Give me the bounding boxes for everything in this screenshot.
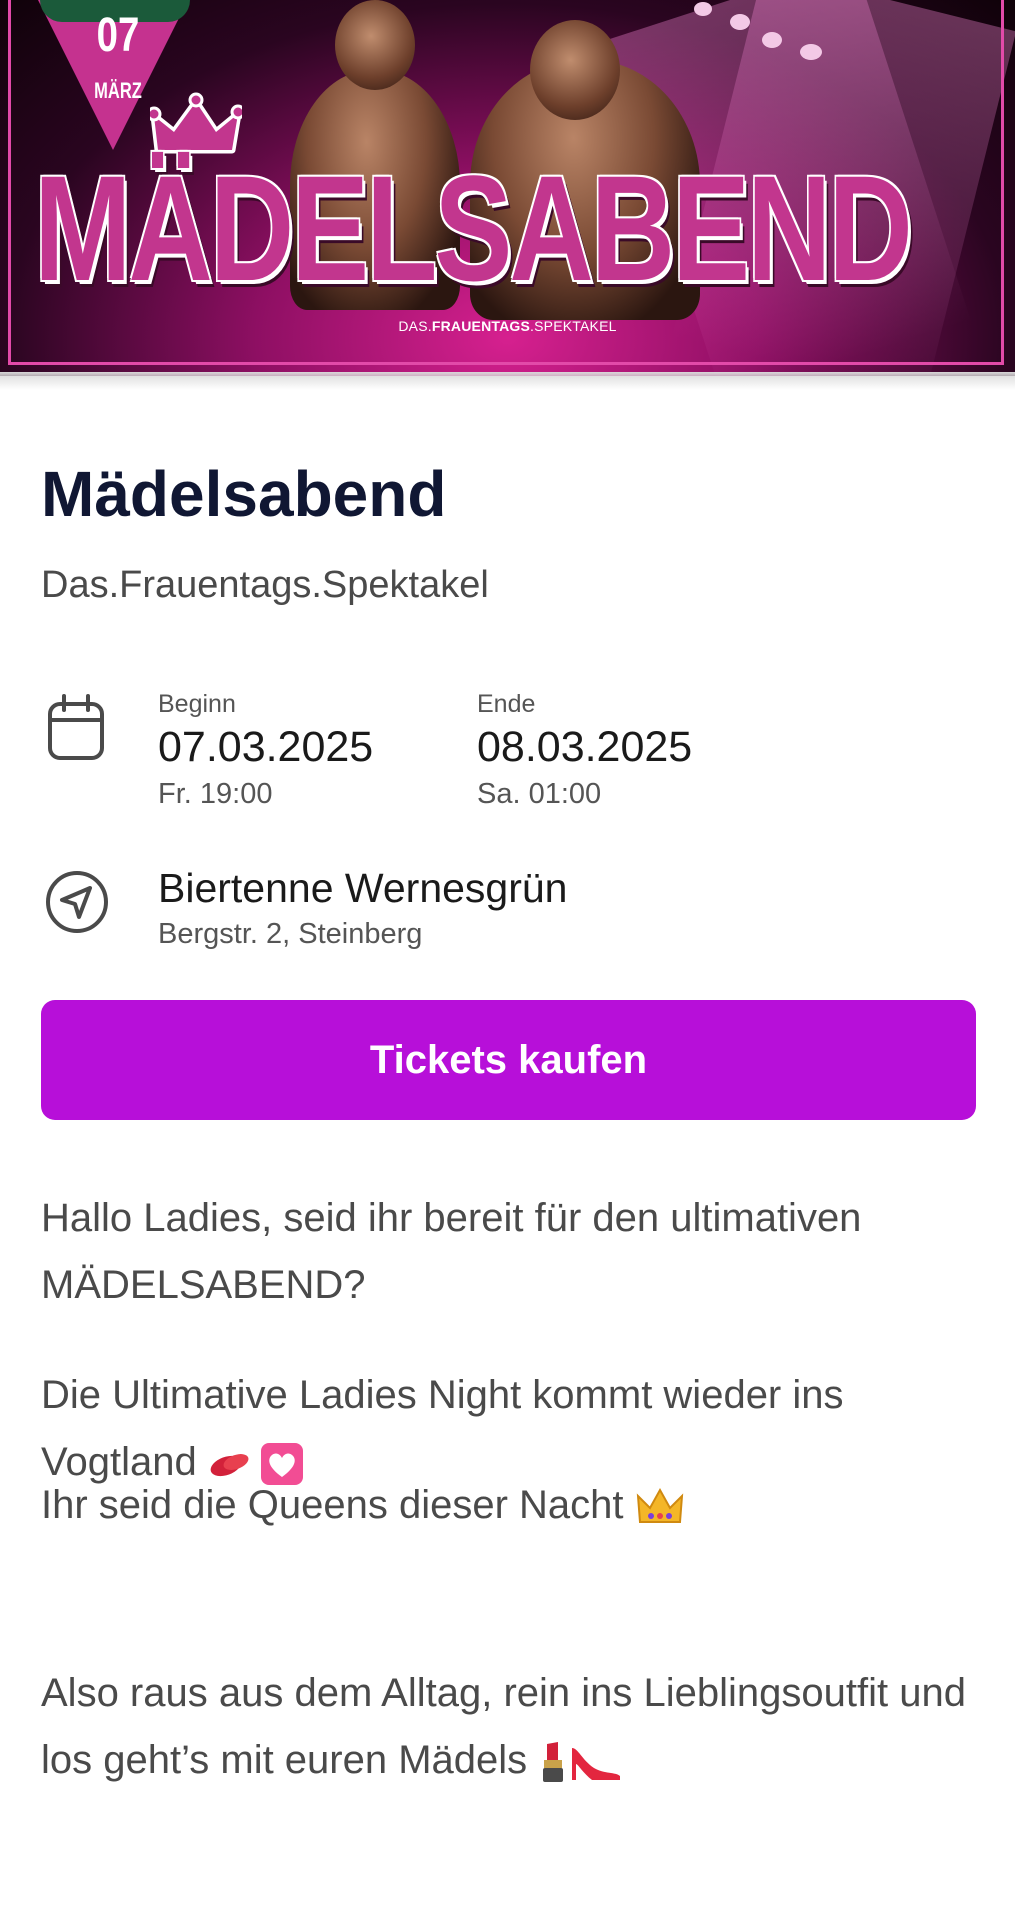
begin-time: Fr. 19:00 bbox=[158, 778, 273, 810]
description-text: Die Ultimative Ladies Night kommt wieder… bbox=[41, 1373, 844, 1484]
description-paragraph: Ihr seid die Queens dieser Nacht bbox=[41, 1472, 981, 1539]
begin-label: Beginn bbox=[158, 690, 236, 718]
lipstick-emoji bbox=[543, 1742, 564, 1783]
venue-name[interactable]: Biertenne Wernesgrün bbox=[158, 868, 567, 909]
end-label: Ende bbox=[477, 690, 536, 718]
crown-emoji bbox=[636, 1488, 683, 1524]
banner-frame bbox=[8, 0, 1004, 365]
description-paragraph: Hallo Ladies, seid ihr bereit für den ul… bbox=[41, 1196, 862, 1307]
begin-date: 07.03.2025 bbox=[158, 723, 374, 771]
event-title: Mädelsabend bbox=[41, 458, 447, 530]
description-text: Ihr seid die Queens dieser Nacht bbox=[41, 1483, 624, 1527]
banner-shadow bbox=[0, 372, 1015, 390]
end-time: Sa. 01:00 bbox=[477, 778, 602, 810]
event-subtitle: Das.Frauentags.Spektakel bbox=[41, 564, 489, 606]
description-paragraph: Also raus aus dem Alltag, rein ins Liebl… bbox=[41, 1660, 981, 1794]
event-banner-image: 07 MÄRZ MÄDELSABEND DAS.FRAUENTAGS.SPEKT… bbox=[0, 0, 1015, 376]
buy-tickets-button[interactable]: Tickets kaufen bbox=[41, 1000, 976, 1120]
high-heel-emoji bbox=[572, 1748, 621, 1781]
calendar-icon bbox=[48, 694, 104, 760]
description-text: Also raus aus dem Alltag, rein ins Liebl… bbox=[41, 1671, 966, 1782]
end-date: 08.03.2025 bbox=[477, 723, 693, 771]
navigation-arrow-icon bbox=[46, 871, 108, 933]
venue-address: Bergstr. 2, Steinberg bbox=[158, 918, 423, 950]
